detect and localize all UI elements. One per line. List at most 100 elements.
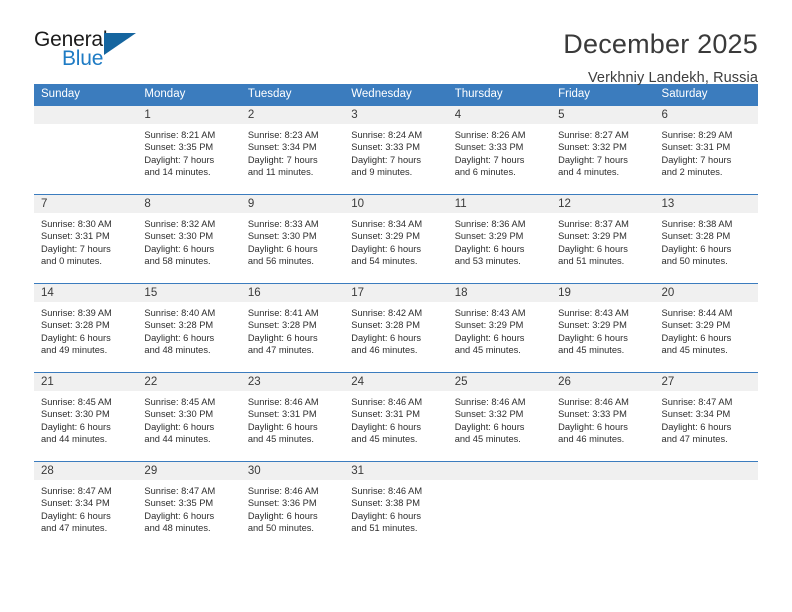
calendar-day-cell[interactable]: 21 Sunrise: 8:45 AM Sunset: 3:30 PM Dayligh…: [34, 372, 138, 462]
sunset-text: Sunset: 3:34 PM: [247, 142, 317, 153]
calendar-day-cell[interactable]: 31 Sunrise: 8:46 AM Sunset: 3:38 PM Dayligh…: [344, 461, 448, 551]
day-number: 23: [240, 373, 345, 391]
sunrise-text: Sunrise: 8:47 AM: [41, 486, 112, 496]
calendar-week-row: 14 Sunrise: 8:39 AM Sunset: 3:28 PM Dayligh…: [34, 283, 758, 373]
sunset-text: Sunset: 3:32 PM: [454, 409, 524, 420]
day-number: 14: [34, 284, 138, 302]
sunset-text: Sunset: 3:33 PM: [558, 409, 627, 420]
day-details: Sunrise: 8:43 AM Sunset: 3:29 PM Daylight:…: [448, 302, 551, 357]
calendar-day-cell[interactable]: 26 Sunrise: 8:46 AM Sunset: 3:33 PM Dayligh…: [551, 372, 655, 462]
day-number: 18: [447, 284, 552, 302]
calendar-day-cell[interactable]: 17 Sunrise: 8:42 AM Sunset: 3:28 PM Dayligh…: [344, 283, 448, 373]
day-number: 10: [344, 195, 448, 213]
calendar-day-cell[interactable]: 22 Sunrise: 8:45 AM Sunset: 3:30 PM Dayligh…: [137, 372, 241, 462]
daylight-text-line1: Daylight: 6 hours: [558, 243, 628, 254]
daylight-text-line2: and 45 minutes.: [454, 434, 521, 445]
calendar-day-cell[interactable]: 6 Sunrise: 8:29 AM Sunset: 3:31 PM Daylight…: [654, 105, 758, 195]
calendar-day-cell[interactable]: 14 Sunrise: 8:39 AM Sunset: 3:28 PM Dayligh…: [34, 283, 138, 373]
day-details: Sunrise: 8:46 AM Sunset: 3:31 PM Daylight:…: [241, 391, 344, 446]
sunrise-text: Sunrise: 8:33 AM: [247, 219, 319, 229]
calendar-day-cell[interactable]: 18 Sunrise: 8:43 AM Sunset: 3:29 PM Dayligh…: [447, 283, 552, 373]
calendar-day-cell[interactable]: 27 Sunrise: 8:47 AM Sunset: 3:34 PM Dayligh…: [654, 372, 758, 462]
day-details: Sunrise: 8:46 AM Sunset: 3:31 PM Daylight:…: [344, 391, 447, 446]
page-header: General Blue December 2025 Verkhniy Land…: [34, 0, 758, 86]
calendar-day-cell[interactable]: 24 Sunrise: 8:46 AM Sunset: 3:31 PM Dayligh…: [344, 372, 448, 462]
sunset-text: Sunset: 3:30 PM: [144, 231, 214, 242]
sunset-text: Sunset: 3:30 PM: [41, 409, 110, 420]
day-number: 2: [240, 106, 345, 124]
calendar-day-cell[interactable]: 11 Sunrise: 8:36 AM Sunset: 3:29 PM Dayligh…: [447, 194, 552, 284]
calendar-day-cell[interactable]: 16 Sunrise: 8:41 AM Sunset: 3:28 PM Dayligh…: [240, 283, 345, 373]
day-number: 9: [240, 195, 345, 213]
calendar-day-cell[interactable]: 10 Sunrise: 8:34 AM Sunset: 3:29 PM Dayligh…: [344, 194, 448, 284]
day-number: 24: [344, 373, 448, 391]
sunset-text: Sunset: 3:29 PM: [661, 320, 731, 331]
day-number: 4: [447, 106, 552, 124]
calendar-day-cell[interactable]: 19 Sunrise: 8:43 AM Sunset: 3:29 PM Dayligh…: [551, 283, 655, 373]
day-details: Sunrise: 8:47 AM Sunset: 3:34 PM Daylight:…: [655, 391, 758, 446]
sunrise-text: Sunrise: 8:43 AM: [558, 308, 629, 318]
daylight-text-line1: Daylight: 7 hours: [351, 154, 422, 165]
calendar-day-cell[interactable]: 25 Sunrise: 8:46 AM Sunset: 3:32 PM Dayligh…: [447, 372, 552, 462]
calendar-day-cell[interactable]: 1 Sunrise: 8:21 AM Sunset: 3:35 PM Daylight…: [137, 105, 241, 195]
day-details: Sunrise: 8:37 AM Sunset: 3:29 PM Daylight:…: [551, 213, 654, 268]
calendar-day-cell[interactable]: 8 Sunrise: 8:32 AM Sunset: 3:30 PM Daylight…: [137, 194, 241, 284]
sunrise-text: Sunrise: 8:46 AM: [351, 486, 423, 496]
calendar-day-cell[interactable]: 13 Sunrise: 8:38 AM Sunset: 3:28 PM Dayligh…: [654, 194, 758, 284]
daylight-text-line2: and 58 minutes.: [144, 256, 211, 267]
daylight-text-line2: and 0 minutes.: [41, 256, 102, 267]
sunset-text: Sunset: 3:35 PM: [144, 498, 214, 509]
calendar-day-cell[interactable]: 28 Sunrise: 8:47 AM Sunset: 3:34 PM Dayligh…: [34, 461, 138, 551]
calendar-day-cell[interactable]: 12 Sunrise: 8:37 AM Sunset: 3:29 PM Dayligh…: [551, 194, 655, 284]
daylight-text-line1: Daylight: 6 hours: [41, 510, 111, 521]
sunset-text: Sunset: 3:38 PM: [351, 498, 420, 509]
sunset-text: Sunset: 3:30 PM: [247, 231, 317, 242]
day-number: 30: [240, 462, 345, 480]
day-number: 31: [344, 462, 448, 480]
day-number: [654, 462, 758, 480]
sunrise-text: Sunrise: 8:46 AM: [454, 397, 526, 407]
day-number: 20: [654, 284, 758, 302]
sunset-text: Sunset: 3:33 PM: [351, 142, 420, 153]
weekday-header-friday: Friday: [551, 84, 655, 106]
sunset-text: Sunset: 3:31 PM: [351, 409, 420, 420]
daylight-text-line2: and 47 minutes.: [247, 345, 314, 356]
day-number: 21: [34, 373, 138, 391]
calendar-day-cell[interactable]: 3 Sunrise: 8:24 AM Sunset: 3:33 PM Daylight…: [344, 105, 448, 195]
sunrise-text: Sunrise: 8:43 AM: [454, 308, 526, 318]
sunrise-text: Sunrise: 8:30 AM: [41, 219, 112, 229]
sunset-text: Sunset: 3:28 PM: [247, 320, 317, 331]
calendar-day-cell[interactable]: 23 Sunrise: 8:46 AM Sunset: 3:31 PM Dayligh…: [240, 372, 345, 462]
daylight-text-line2: and 45 minutes.: [247, 434, 314, 445]
day-number: 7: [34, 195, 138, 213]
daylight-text-line1: Daylight: 6 hours: [661, 332, 732, 343]
sunrise-text: Sunrise: 8:41 AM: [247, 308, 319, 318]
daylight-text-line1: Daylight: 6 hours: [454, 421, 525, 432]
calendar-header-row: Sunday Monday Tuesday Wednesday Thursday Frid…: [34, 84, 758, 106]
daylight-text-line1: Daylight: 6 hours: [144, 243, 215, 254]
sunrise-text: Sunrise: 8:46 AM: [558, 397, 629, 407]
calendar-day-cell[interactable]: 4 Sunrise: 8:26 AM Sunset: 3:33 PM Daylight…: [447, 105, 552, 195]
day-details: Sunrise: 8:30 AM Sunset: 3:31 PM Daylight:…: [34, 213, 137, 268]
calendar-day-cell[interactable]: 9 Sunrise: 8:33 AM Sunset: 3:30 PM Daylight…: [240, 194, 345, 284]
day-details: Sunrise: 8:34 AM Sunset: 3:29 PM Daylight:…: [344, 213, 447, 268]
calendar-day-cell[interactable]: 7 Sunrise: 8:30 AM Sunset: 3:31 PM Daylight…: [34, 194, 138, 284]
calendar-day-cell[interactable]: 29 Sunrise: 8:47 AM Sunset: 3:35 PM Dayligh…: [137, 461, 241, 551]
calendar-day-cell[interactable]: 20 Sunrise: 8:44 AM Sunset: 3:29 PM Dayligh…: [654, 283, 758, 373]
calendar-day-cell[interactable]: 15 Sunrise: 8:40 AM Sunset: 3:28 PM Dayligh…: [137, 283, 241, 373]
day-number: [447, 462, 552, 480]
day-details: Sunrise: 8:46 AM Sunset: 3:33 PM Daylight:…: [551, 391, 654, 446]
sunrise-text: Sunrise: 8:21 AM: [144, 130, 216, 140]
daylight-text-line2: and 51 minutes.: [351, 523, 418, 534]
generalblue-logo[interactable]: General Blue: [34, 28, 146, 78]
page-title: December 2025: [563, 29, 758, 59]
daylight-text-line2: and 54 minutes.: [351, 256, 418, 267]
day-details: Sunrise: 8:43 AM Sunset: 3:29 PM Daylight:…: [551, 302, 654, 357]
calendar-day-cell[interactable]: 5 Sunrise: 8:27 AM Sunset: 3:32 PM Daylight…: [551, 105, 655, 195]
sunset-text: Sunset: 3:28 PM: [144, 320, 214, 331]
calendar-day-cell[interactable]: 30 Sunrise: 8:46 AM Sunset: 3:36 PM Dayligh…: [240, 461, 345, 551]
calendar-body: 1 Sunrise: 8:21 AM Sunset: 3:35 PM Daylight…: [34, 105, 758, 551]
day-number: 8: [137, 195, 241, 213]
calendar-cell-empty: [447, 461, 552, 551]
calendar-day-cell[interactable]: 2 Sunrise: 8:23 AM Sunset: 3:34 PM Daylight…: [240, 105, 345, 195]
